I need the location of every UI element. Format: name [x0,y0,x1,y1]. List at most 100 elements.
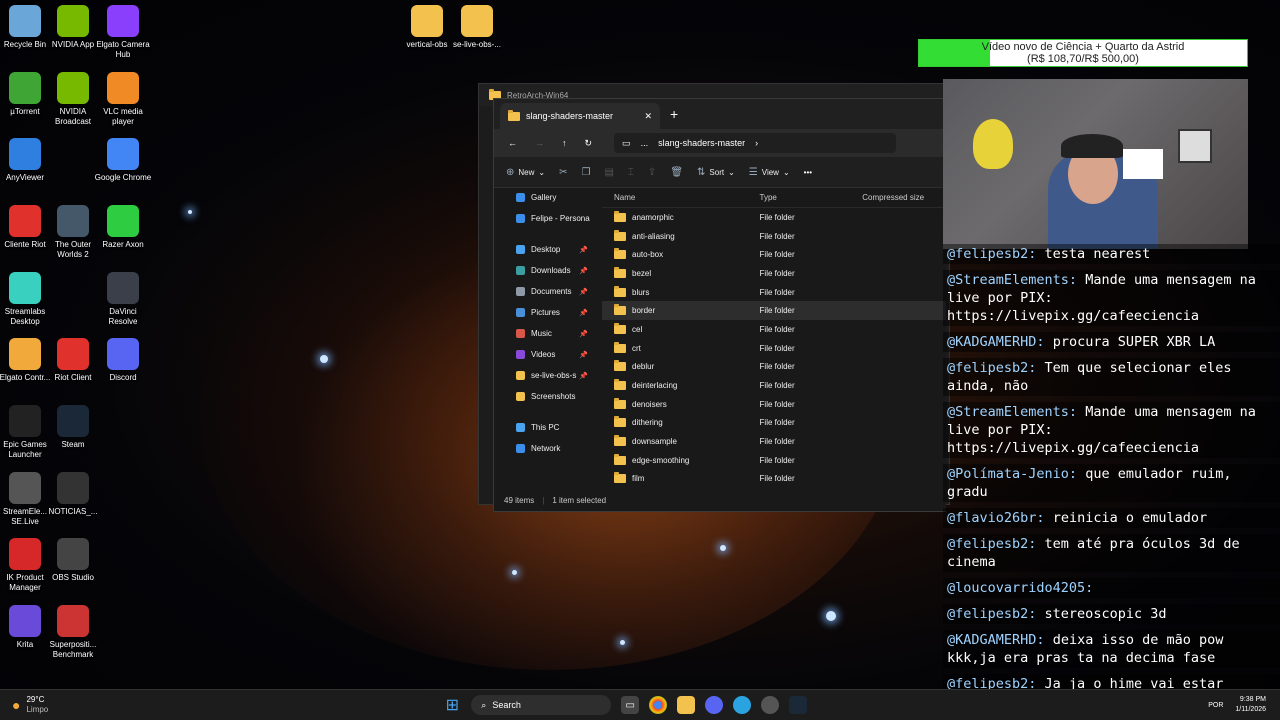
desktop-icon-label: se-live-obs-... [452,40,501,49]
table-row[interactable]: anti-aliasing File folder [602,227,946,246]
chat-message: @StreamElements: Mande uma mensagem na l… [943,270,1280,326]
cut-icon[interactable]: ✂ [559,167,567,178]
pin-icon[interactable]: 📌 [579,330,588,338]
chrome-icon [107,138,139,170]
table-row[interactable]: deblur File folder [602,358,946,377]
table-row[interactable]: cel File folder [602,320,946,339]
pin-icon[interactable]: 📌 [579,372,588,380]
taskbar-search[interactable]: ⌕ Search [471,695,612,715]
desktop-icon-streamlabs[interactable]: Streamlabs Desktop [0,272,54,327]
desktop-icon-davinci[interactable]: DaVinci Resolve [94,272,152,327]
desktop-icon-obs[interactable]: OBS Studio [44,538,102,583]
task-view-icon[interactable]: ▭ [621,696,640,714]
nav-item-screenshots[interactable]: Screenshots [494,386,594,407]
desktop-icon-image[interactable]: NOTICIAS_... [44,472,102,517]
column-compressed-size[interactable]: Compressed size [856,193,946,202]
table-row[interactable]: downsample File folder [602,432,946,451]
chat-username: @flavio26br: [947,510,1045,526]
desktop-icon-elgato-camera[interactable]: Elgato Camera Hub [94,5,152,60]
clock[interactable]: 9:38 PM 1/11/2026 [1235,695,1266,715]
pin-icon[interactable]: 📌 [579,288,588,296]
breadcrumb-ellipsis[interactable]: ... [641,138,649,148]
table-row[interactable]: blurs File folder [602,283,946,302]
new-button[interactable]: ⊕ New ⌄ [506,167,545,178]
nav-item-pictures[interactable]: Pictures 📌 [494,302,594,323]
pin-icon[interactable]: 📌 [579,246,588,254]
desktop-icon-anyviewer[interactable]: AnyViewer [0,138,54,183]
table-row[interactable]: anamorphic File folder [602,208,946,227]
weather-widget[interactable]: ● 29°C Limpo [0,695,48,715]
row-name-cell: anamorphic [602,210,754,222]
pin-icon[interactable]: 📌 [579,309,588,317]
chrome-taskbar-icon[interactable] [649,696,668,714]
file-explorer-window[interactable]: slang-shaders-master ✕ + ← → ↑ ↻ ▭ ... s… [493,98,946,512]
nav-item-se-live-obs-s[interactable]: se-live-obs-s 📌 [494,365,594,386]
desktop-icon-vlc[interactable]: VLC media player [94,72,152,127]
table-row[interactable]: bezel File folder [602,264,946,283]
more-options-icon[interactable]: ••• [804,168,812,177]
column-type[interactable]: Type [754,193,857,202]
nav-item-desktop[interactable]: Desktop 📌 [494,239,594,260]
nvidia-broadcast-icon [57,72,89,104]
nav-item-downloads[interactable]: Downloads 📌 [494,260,594,281]
table-row[interactable]: deinterlacing File folder [602,376,946,395]
nav-item-felipe-persona[interactable]: Felipe - Persona [494,208,594,229]
wallpaper-star [512,570,517,575]
table-row[interactable]: film File folder [602,470,946,489]
share-icon[interactable]: ⇪ [648,167,656,178]
settings-taskbar-icon[interactable] [761,696,780,714]
paste-icon[interactable]: ▤ [604,167,613,178]
language-indicator[interactable]: POR [1208,702,1223,709]
table-row[interactable]: auto-box File folder [602,245,946,264]
taskbar-apps: ⊞ ⌕ Search ▭ [443,695,808,715]
address-bar[interactable]: ▭ ... slang-shaders-master › [614,133,897,153]
navigation-pane: Gallery Felipe - Persona Desktop 📌 Downloads… [494,187,594,487]
nav-item-music[interactable]: Music 📌 [494,323,594,344]
table-row[interactable]: dithering File folder [602,414,946,433]
refresh-icon[interactable]: ↻ [585,138,593,149]
nav-item-network[interactable]: Network [494,438,594,459]
row-name-cell: bezel [602,266,754,278]
table-row[interactable]: border File folder [602,301,946,321]
telegram-taskbar-icon[interactable] [733,696,752,714]
discord-taskbar-icon[interactable] [705,696,724,714]
desktop-icon-steam[interactable]: Steam [44,405,102,450]
file-explorer-taskbar-icon[interactable] [677,696,696,714]
new-tab-icon[interactable]: + [670,106,678,122]
desktop-icon-benchmark[interactable]: Superpositi... Benchmark [44,605,102,660]
desktop-icon-chrome[interactable]: Google Chrome [94,138,152,183]
breadcrumb-folder[interactable]: slang-shaders-master [658,138,745,148]
status-bar: 49 items | 1 item selected [504,496,606,505]
view-button[interactable]: ☰ View ⌄ [749,167,790,178]
rename-icon[interactable]: ⌶ [628,167,634,178]
desktop-icon-discord[interactable]: Discord [94,338,152,383]
windows-start-icon[interactable]: ⊞ [443,696,461,714]
riot-icon [9,205,41,237]
close-tab-icon[interactable]: ✕ [644,111,652,122]
system-tray: POR 9:38 PM 1/11/2026 [1208,695,1280,715]
delete-icon[interactable]: 🗑 [670,167,683,178]
copy-icon[interactable]: ❐ [582,167,591,178]
nav-item-documents[interactable]: Documents 📌 [494,281,594,302]
forward-arrow-icon[interactable]: → [535,138,544,148]
pin-icon[interactable]: 📌 [579,351,588,359]
table-row[interactable]: crt File folder [602,339,946,358]
table-row[interactable]: edge-smoothing File folder [602,451,946,470]
chat-message: @KADGAMERHD: procura SUPER XBR LA [943,332,1280,352]
nav-item-gallery[interactable]: Gallery [494,187,594,208]
folder-icon [614,341,626,353]
nav-item-this-pc[interactable]: This PC [494,417,594,438]
tab-slang-shaders[interactable]: slang-shaders-master ✕ [500,103,660,129]
monitor-icon: ▭ [622,137,631,148]
sort-button[interactable]: ⇅ Sort ⌄ [697,167,735,178]
table-row[interactable]: denoisers File folder [602,395,946,414]
up-arrow-icon[interactable]: ↑ [562,138,567,148]
nav-item-videos[interactable]: Videos 📌 [494,344,594,365]
column-name[interactable]: Name [602,193,754,202]
back-arrow-icon[interactable]: ← [508,138,517,148]
desktop-icon-razer[interactable]: Razer Axon [94,205,152,250]
pin-icon[interactable]: 📌 [579,267,588,275]
steam-taskbar-icon[interactable] [789,696,808,714]
desktop-icon-folder[interactable]: se-live-obs-... [448,5,506,50]
nav-item-icon [516,245,525,254]
